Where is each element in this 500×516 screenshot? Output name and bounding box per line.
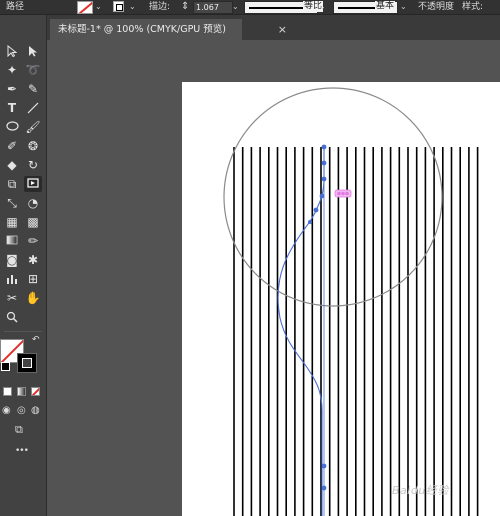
width-point-widget[interactable] (334, 189, 352, 198)
anchor-point[interactable] (319, 193, 325, 199)
circle-guide[interactable] (223, 87, 443, 307)
artwork-layer[interactable] (0, 0, 500, 516)
watermark: Baidu经验 (392, 484, 449, 497)
anchor-point[interactable] (321, 485, 327, 491)
anchor-point[interactable] (321, 144, 327, 150)
anchor-point[interactable] (321, 176, 327, 182)
vertical-stripes[interactable] (233, 147, 479, 516)
anchor-point[interactable] (321, 463, 327, 469)
anchor-point[interactable] (308, 220, 312, 224)
anchor-point[interactable] (313, 207, 319, 213)
anchor-point[interactable] (321, 160, 327, 166)
width-tool-outline-path[interactable] (277, 147, 325, 516)
